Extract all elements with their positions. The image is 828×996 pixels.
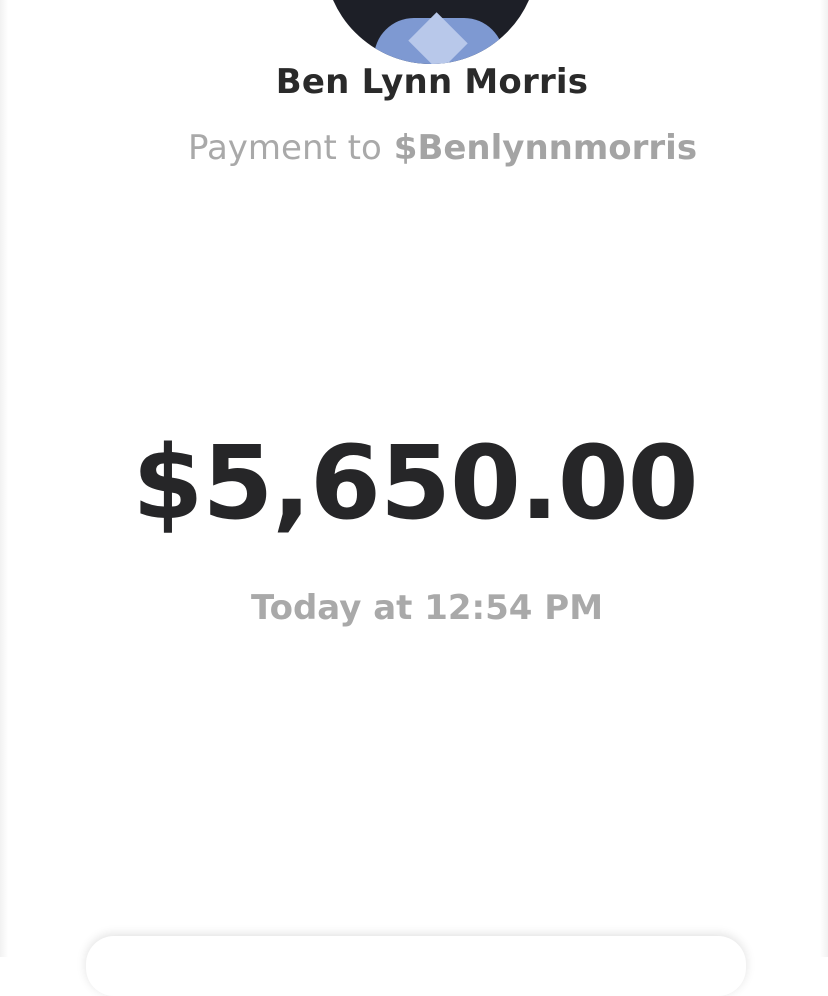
bottom-card	[86, 936, 746, 996]
recipient-avatar	[324, 0, 538, 64]
payment-timestamp: Today at 12:54 PM	[250, 588, 604, 628]
payment-to-line: Payment to $Benlynnmorris	[188, 128, 697, 168]
recipient-name: Ben Lynn Morris	[275, 62, 589, 102]
recipient-handle: $Benlynnmorris	[393, 128, 698, 168]
payment-amount: $5,650.00	[132, 424, 698, 543]
payment-to-label: Payment to	[188, 128, 382, 168]
